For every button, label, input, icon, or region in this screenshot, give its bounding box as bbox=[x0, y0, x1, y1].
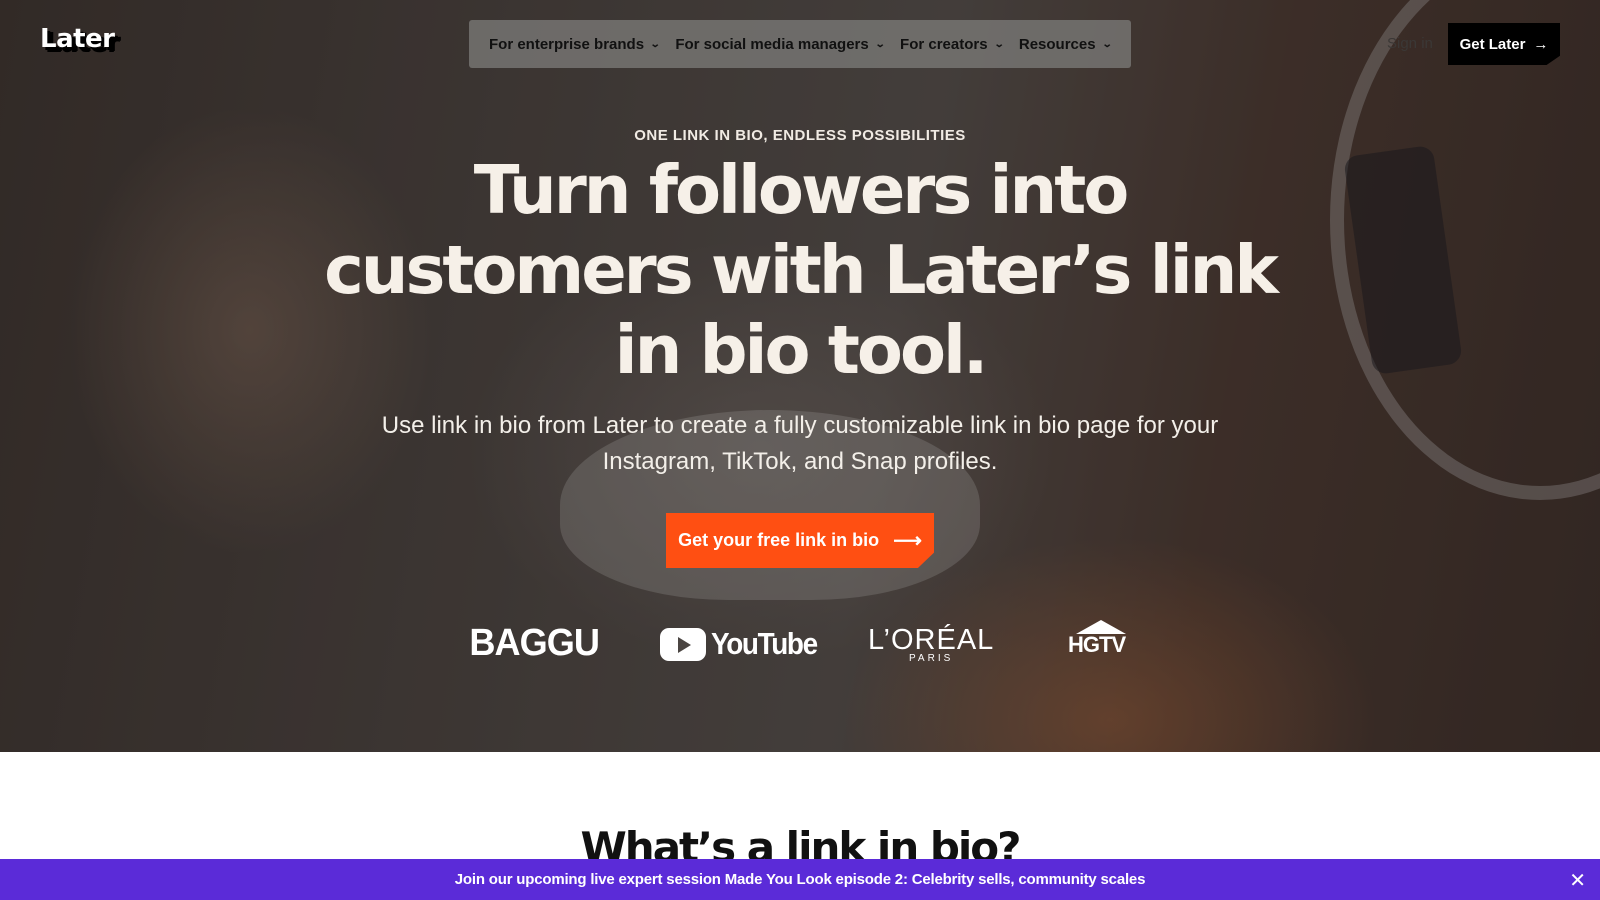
arrow-right-icon: → bbox=[1533, 35, 1549, 53]
hgtv-logo: HGTV bbox=[1068, 620, 1134, 660]
hero-headline: Turn followers into customers with Later… bbox=[324, 151, 1279, 389]
brand-logos: BAGGU YouTube L’ORÉAL PARIS HGTV bbox=[0, 620, 1600, 670]
nav-resources[interactable]: Resources ⌄ bbox=[1018, 35, 1113, 53]
later-logo[interactable]: Later bbox=[40, 24, 115, 54]
close-icon[interactable]: ✕ bbox=[1569, 868, 1586, 893]
hero-eyebrow: ONE LINK IN BIO, ENDLESS POSSIBILITIES bbox=[634, 127, 966, 144]
cta-label: Get your free link in bio bbox=[678, 530, 880, 550]
chevron-down-icon: ⌄ bbox=[993, 38, 1005, 50]
nav-item-label: For enterprise brands bbox=[489, 35, 645, 53]
chevron-down-icon: ⌄ bbox=[1101, 38, 1113, 50]
youtube-logo: YouTube bbox=[660, 626, 829, 662]
hgtv-wordmark: HGTV bbox=[1068, 632, 1126, 657]
chevron-down-icon: ⌄ bbox=[649, 38, 661, 50]
nav-social-media-managers[interactable]: For social media managers ⌄ bbox=[675, 35, 886, 53]
nav-enterprise-brands[interactable]: For enterprise brands ⌄ bbox=[489, 35, 661, 53]
ring-light-shape bbox=[1330, 0, 1600, 500]
banner-text[interactable]: Join our upcoming live expert session Ma… bbox=[455, 871, 1146, 888]
main-nav: For enterprise brands ⌄ For social media… bbox=[469, 20, 1131, 68]
get-free-link-in-bio-button[interactable]: Get your free link in bio ⟶ bbox=[666, 513, 934, 568]
get-later-label: Get Later bbox=[1459, 35, 1526, 53]
nav-item-label: For creators bbox=[900, 35, 988, 53]
sign-in-link[interactable]: Sign in bbox=[1387, 35, 1433, 52]
nav-item-label: Resources bbox=[1018, 35, 1096, 53]
nav-item-label: For social media managers bbox=[675, 35, 869, 53]
phone-shape bbox=[1343, 144, 1463, 376]
chevron-down-icon: ⌄ bbox=[874, 38, 886, 50]
loreal-logo: L’ORÉAL PARIS bbox=[868, 624, 994, 664]
arrow-right-icon: ⟶ bbox=[893, 530, 922, 552]
announcement-banner[interactable]: Join our upcoming live expert session Ma… bbox=[0, 859, 1600, 900]
nav-creators[interactable]: For creators ⌄ bbox=[900, 35, 1005, 53]
baggu-logo: BAGGU bbox=[469, 622, 600, 664]
get-later-button[interactable]: Get Later → bbox=[1448, 23, 1560, 65]
hero-subhead: Use link in bio from Later to create a f… bbox=[381, 412, 1219, 475]
youtube-wordmark: YouTube bbox=[711, 626, 818, 661]
youtube-play-icon bbox=[660, 627, 706, 661]
